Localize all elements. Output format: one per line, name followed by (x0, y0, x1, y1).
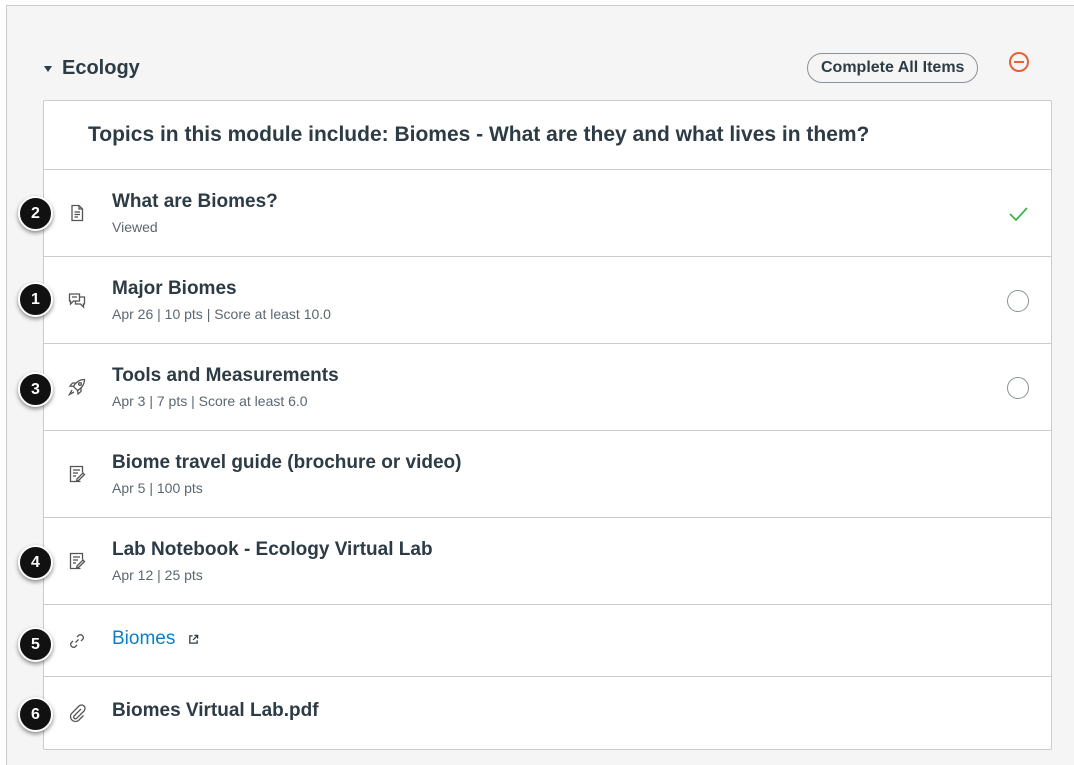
item-title[interactable]: Lab Notebook - Ecology Virtual Lab (112, 539, 433, 561)
module-subheader: Topics in this module include: Biomes - … (44, 101, 1051, 170)
item-title[interactable]: Biomes Virtual Lab.pdf (112, 700, 319, 722)
item-title[interactable]: Biome travel guide (brochure or video) (112, 452, 461, 474)
list-item[interactable]: Biome travel guide (brochure or video) A… (44, 431, 1051, 518)
list-item[interactable]: Major Biomes Apr 26 | 10 pts | Score at … (44, 257, 1051, 344)
item-title[interactable]: Major Biomes (112, 278, 331, 300)
link-icon (66, 630, 88, 652)
module-collapse-toggle[interactable]: Ecology (44, 57, 140, 80)
paperclip-icon (66, 702, 88, 724)
callout-badge: 2 (18, 196, 53, 231)
item-meta: Apr 12 | 25 pts (112, 567, 203, 583)
list-item[interactable]: Biomes Virtual Lab.pdf (44, 677, 1051, 749)
module-items-list: Topics in this module include: Biomes - … (43, 100, 1052, 750)
complete-all-items-button[interactable]: Complete All Items (807, 53, 979, 83)
checkmark-icon (1007, 203, 1029, 225)
assignment-icon (66, 463, 88, 485)
caret-down-icon (44, 66, 52, 72)
discussion-icon (66, 289, 88, 311)
external-link-icon (188, 632, 199, 650)
incomplete-status-icon (1007, 290, 1029, 312)
page-icon (66, 202, 88, 224)
remove-icon[interactable] (1009, 52, 1029, 72)
callout-badge: 6 (18, 697, 53, 732)
item-meta: Apr 3 | 7 pts | Score at least 6.0 (112, 393, 308, 409)
callout-badge: 5 (18, 627, 53, 662)
item-title[interactable]: Tools and Measurements (112, 365, 339, 387)
item-title[interactable]: What are Biomes? (112, 191, 278, 213)
callout-badge: 3 (18, 372, 53, 407)
item-meta: Apr 5 | 100 pts (112, 480, 203, 496)
item-meta: Apr 26 | 10 pts | Score at least 10.0 (112, 306, 331, 322)
list-item[interactable]: Lab Notebook - Ecology Virtual Lab Apr 1… (44, 518, 1051, 605)
callout-badge: 1 (18, 282, 53, 317)
list-item[interactable]: Tools and Measurements Apr 3 | 7 pts | S… (44, 344, 1051, 431)
assignment-icon (66, 550, 88, 572)
list-item[interactable]: What are Biomes? Viewed (44, 170, 1051, 257)
quiz-rocket-icon (66, 376, 88, 398)
list-item[interactable]: Biomes (44, 605, 1051, 677)
callout-badge: 4 (18, 545, 53, 580)
external-link[interactable]: Biomes (112, 628, 175, 649)
incomplete-status-icon (1007, 377, 1029, 399)
module-title: Ecology (62, 57, 140, 79)
item-meta: Viewed (112, 219, 158, 235)
